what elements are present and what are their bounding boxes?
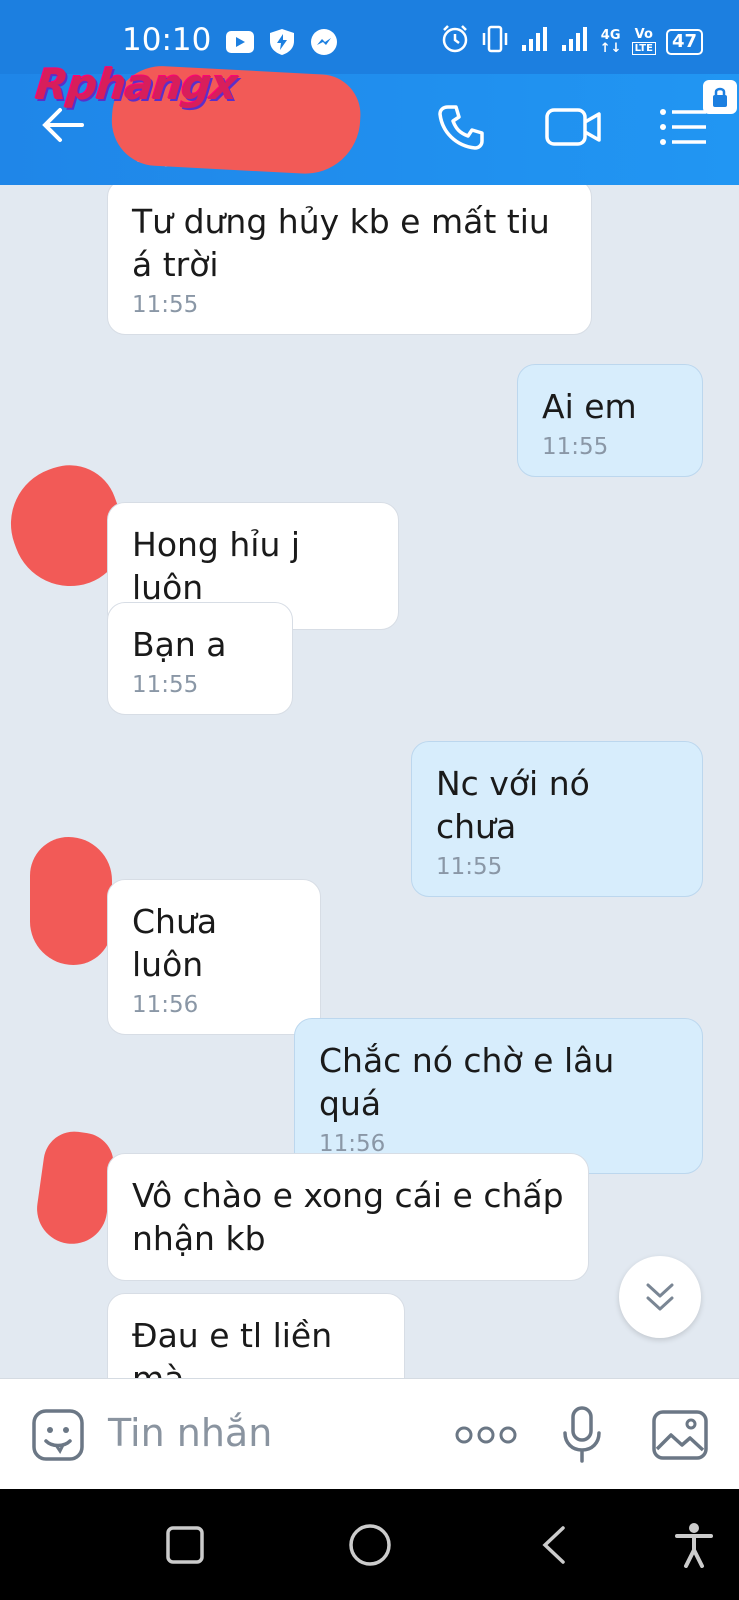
video-call-icon xyxy=(545,108,601,146)
system-navigation-bar xyxy=(0,1489,739,1600)
video-call-button[interactable] xyxy=(542,96,604,158)
signal-icon xyxy=(520,25,550,58)
video-app-icon xyxy=(224,28,256,56)
back-nav-button[interactable] xyxy=(524,1515,584,1575)
square-icon xyxy=(166,1526,204,1564)
back-chevron-icon xyxy=(542,1526,565,1564)
message-list[interactable]: Tư dưng hủy kb e mất tiu á trời 11:55 Ai… xyxy=(0,185,739,1378)
shield-bolt-icon xyxy=(266,28,298,56)
message-bubble[interactable]: Bạn a 11:55 xyxy=(107,602,293,715)
message-bubble[interactable]: Đau e tl liền mà xyxy=(107,1293,405,1378)
network-type: 4G ↑↓ xyxy=(599,27,622,56)
voice-call-button[interactable] xyxy=(430,96,492,158)
message-input[interactable]: Tin nhắn xyxy=(108,1411,272,1455)
watermark-logo: Rphangx xyxy=(33,60,240,109)
back-arrow-icon xyxy=(42,108,84,142)
message-bubble[interactable]: Nc với nó chưa 11:55 xyxy=(411,741,703,897)
signal-icon-2 xyxy=(560,25,590,58)
system-status-icons: 4G ↑↓ Vo LTE 47 xyxy=(440,24,703,59)
redacted-avatar xyxy=(30,837,112,965)
more-dots-icon xyxy=(455,1426,517,1444)
emoji-button[interactable] xyxy=(24,1401,92,1469)
circle-icon xyxy=(349,1524,391,1566)
menu-list-icon xyxy=(660,109,706,145)
message-bubble[interactable]: Chắc nó chờ e lâu quá 11:56 xyxy=(294,1018,703,1174)
vibrate-icon xyxy=(480,24,510,59)
message-bubble[interactable]: Ai em 11:55 xyxy=(517,364,703,477)
emoji-sticker-icon xyxy=(32,1409,84,1461)
accessibility-icon xyxy=(675,1523,713,1568)
message-bubble[interactable]: Tư dưng hủy kb e mất tiu á trời 11:55 xyxy=(107,185,592,335)
redacted-avatar xyxy=(32,1127,118,1249)
battery-indicator: 47 xyxy=(665,28,703,55)
image-picker-button[interactable] xyxy=(646,1401,714,1469)
status-time: 10:10 xyxy=(122,22,212,58)
image-gallery-icon xyxy=(652,1410,708,1460)
double-chevron-down-icon xyxy=(646,1283,674,1311)
lock-icon xyxy=(713,87,727,107)
message-input-bar: Tin nhắn xyxy=(0,1378,739,1489)
messenger-icon xyxy=(308,28,340,56)
more-options-button[interactable] xyxy=(452,1401,520,1469)
alarm-icon xyxy=(440,24,470,59)
accessibility-button[interactable] xyxy=(664,1515,724,1575)
microphone-icon xyxy=(563,1406,601,1463)
home-button[interactable] xyxy=(340,1515,400,1575)
volte-indicator: Vo LTE xyxy=(631,28,656,55)
notification-icons xyxy=(224,28,340,56)
scroll-to-bottom-button[interactable] xyxy=(619,1256,701,1338)
message-bubble[interactable]: Chưa luôn 11:56 xyxy=(107,879,321,1035)
phone-icon xyxy=(438,105,484,150)
message-bubble[interactable]: Vô chào e xong cái e chấp nhận kb xyxy=(107,1153,589,1281)
recent-apps-button[interactable] xyxy=(155,1515,215,1575)
voice-message-button[interactable] xyxy=(548,1401,616,1469)
lock-badge xyxy=(703,80,737,114)
